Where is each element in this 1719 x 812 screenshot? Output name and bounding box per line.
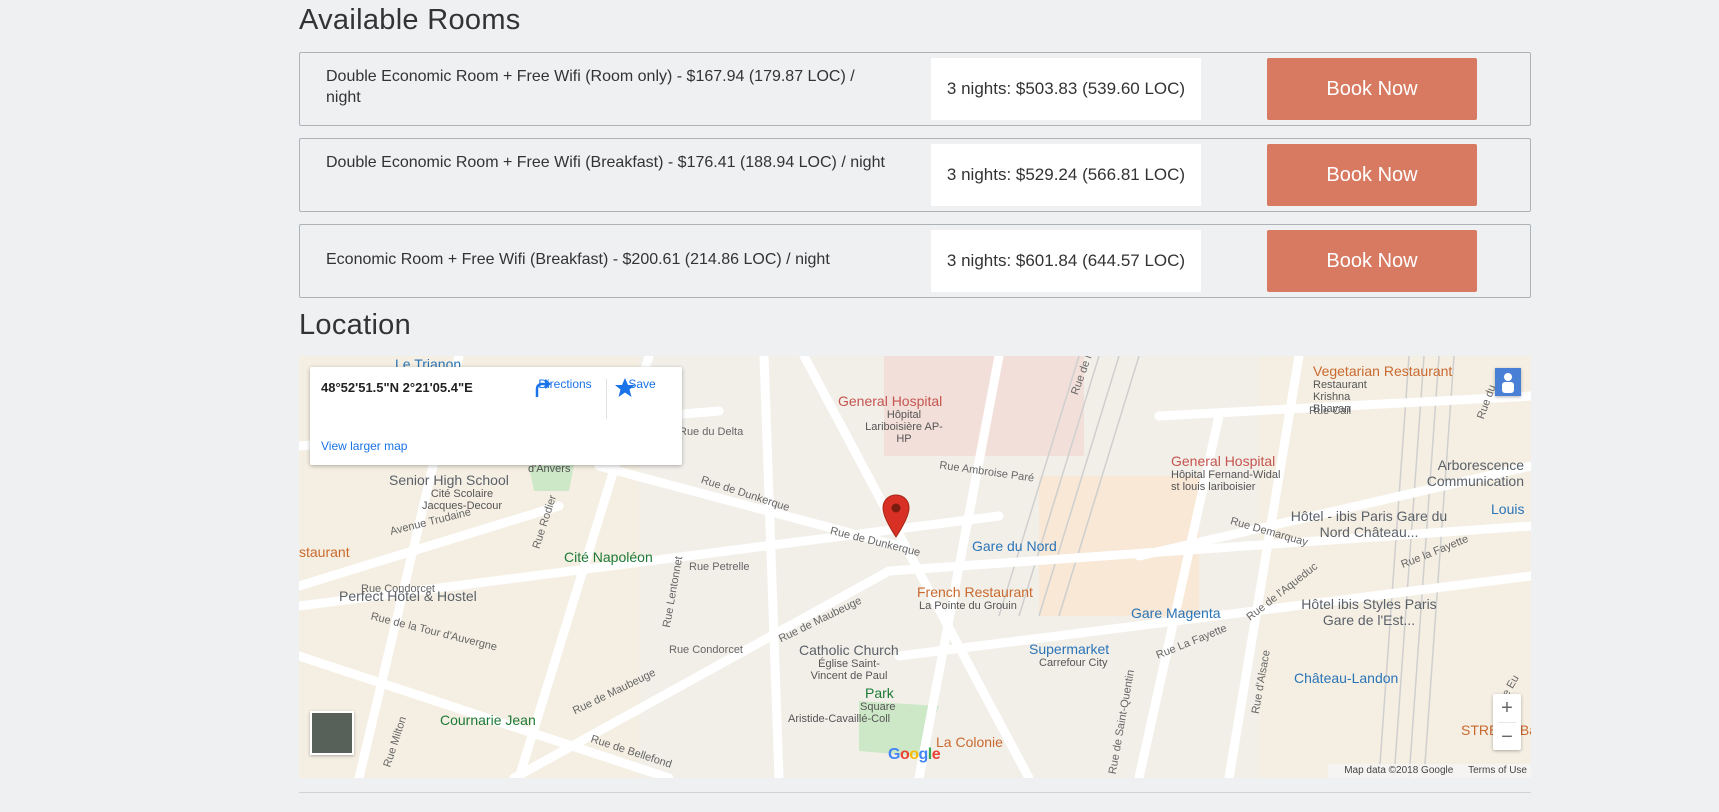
map-info-card: 48°52'51.5"N 2°21'05.4"E Directions Save… <box>310 367 682 465</box>
zoom-in-button[interactable]: + <box>1493 694 1521 722</box>
room-description: Economic Room + Free Wifi (Breakfast) - … <box>326 251 830 268</box>
pegman-icon <box>1495 368 1521 396</box>
poi-label: Vegetarian Restaurant <box>1313 363 1453 379</box>
poi-label: staurant <box>299 544 350 560</box>
terms-of-use-link[interactable]: Terms of Use <box>1468 765 1527 776</box>
room-total: 3 nights: $529.24 (566.81 LOC) <box>931 144 1201 206</box>
map-attribution: Map data ©2018 Google Terms of Use <box>1328 764 1531 778</box>
zoom-controls: + − <box>1493 694 1521 750</box>
poi-sub-label: Église Saint-Vincent de Paul <box>810 658 888 682</box>
poi-sub-label: Aristide-Cavaillé-Coll <box>788 713 891 725</box>
poi-label: Supermarket <box>1029 641 1110 657</box>
poi-label: Hôtel - ibis Paris Gare du Nord Château.… <box>1290 508 1448 540</box>
poi-label: Senior High School <box>389 472 509 488</box>
poi-label: General Hospital <box>1171 453 1276 469</box>
poi-label: Arborescence Communication <box>1426 457 1524 489</box>
poi-label: Hôtel ibis Styles Paris Gare de l'Est... <box>1301 596 1437 628</box>
poi-sub-label: La Pointe du Grouin <box>919 600 1017 612</box>
street-label: Rue Petrelle <box>689 561 750 573</box>
room-row: Economic Room + Free Wifi (Breakfast) - … <box>299 224 1531 298</box>
street-label: Rue du Delta <box>679 426 744 438</box>
poi-label: General Hospital <box>838 393 943 409</box>
poi-sub-label: Restaurant Krishna Bhavan <box>1313 379 1367 415</box>
poi-sub-label: Carrefour City <box>1039 657 1108 669</box>
room-row: Double Economic Room + Free Wifi (Room o… <box>299 52 1531 126</box>
location-map[interactable]: Rue du Delta Rue Ambroise Paré Rue de Du… <box>299 356 1531 778</box>
google-logo: Google <box>888 746 941 763</box>
map-data-text: Map data ©2018 Google <box>1344 765 1454 776</box>
room-total: 3 nights: $503.83 (539.60 LOC) <box>931 58 1201 120</box>
book-now-button[interactable]: Book Now <box>1267 144 1477 206</box>
poi-label: Gare Magenta <box>1131 605 1221 621</box>
street-view-pegman[interactable] <box>1495 368 1521 396</box>
poi-label: Park <box>865 685 894 701</box>
card-divider <box>606 379 607 419</box>
book-now-button[interactable]: Book Now <box>1267 58 1477 120</box>
star-icon <box>615 378 635 397</box>
save-button[interactable]: Save <box>614 377 670 397</box>
poi-sub-label: Cité Scolaire Jacques-Decour <box>421 488 503 512</box>
street-label: Rue Condorcet <box>669 644 743 656</box>
view-larger-map-link[interactable]: View larger map <box>321 439 407 453</box>
room-total: 3 nights: $601.84 (644.57 LOC) <box>931 230 1201 292</box>
poi-label: Château-Landon <box>1294 670 1399 686</box>
bottom-divider <box>299 792 1531 793</box>
poi-label: Cournarie Jean <box>440 712 536 728</box>
satellite-toggle[interactable] <box>310 711 354 755</box>
location-title: Location <box>299 309 412 341</box>
room-row: Double Economic Room + Free Wifi (Breakf… <box>299 138 1531 212</box>
poi-label: French Restaurant <box>917 584 1033 600</box>
poi-label: Perfect Hôtel & Hostel <box>339 588 477 604</box>
poi-label: Catholic Church <box>799 642 899 658</box>
poi-label: Gare du Nord <box>972 538 1057 554</box>
poi-label: Louis <box>1491 501 1525 517</box>
poi-sub-label: Hôpital Lariboisière AP-HP <box>865 409 943 445</box>
location-marker-icon[interactable] <box>882 494 910 538</box>
available-rooms-title: Available Rooms <box>299 4 521 36</box>
book-now-button[interactable]: Book Now <box>1267 230 1477 292</box>
poi-label: La Colonie <box>936 734 1003 750</box>
room-description: Double Economic Room + Free Wifi (Breakf… <box>326 154 885 171</box>
room-description: Double Economic Room + Free Wifi (Room o… <box>326 68 855 106</box>
directions-button[interactable]: Directions <box>532 377 598 397</box>
poi-label: Cité Napoléon <box>564 549 653 565</box>
directions-icon <box>535 379 551 397</box>
zoom-out-button[interactable]: − <box>1493 723 1521 751</box>
coordinates-text: 48°52'51.5"N 2°21'05.4"E <box>321 380 473 395</box>
poi-sub-label: Hôpital Fernand-Widal st louis lariboisi… <box>1171 469 1281 493</box>
poi-sub-label: Square <box>860 701 896 713</box>
